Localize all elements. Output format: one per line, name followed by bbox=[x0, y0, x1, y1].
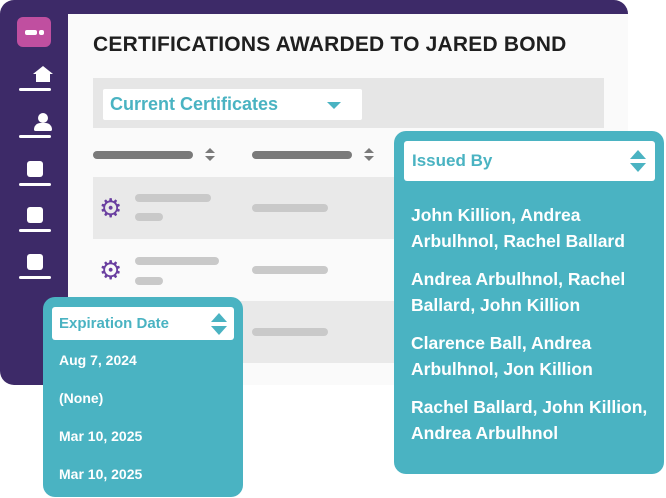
app-logo[interactable] bbox=[17, 17, 51, 47]
sidebar-item-certificates[interactable] bbox=[19, 207, 51, 237]
chevron-down-icon bbox=[327, 102, 341, 109]
document-icon bbox=[27, 207, 43, 223]
filter-bar: Current Certificates bbox=[93, 78, 604, 128]
sidebar-item-underline bbox=[19, 183, 51, 186]
issued-by-header-label: Issued By bbox=[412, 151, 493, 170]
sidebar-item-documents[interactable] bbox=[19, 161, 51, 191]
issued-by-column-popup: Issued By John Killion, Andrea Arbulhnol… bbox=[394, 131, 664, 474]
placeholder-text bbox=[252, 328, 328, 336]
sidebar-item-profile[interactable] bbox=[19, 113, 52, 143]
gear-icon[interactable]: ⚙ bbox=[99, 257, 122, 283]
issued-by-item: John Killion, Andrea Arbulhnol, Rachel B… bbox=[411, 205, 625, 251]
placeholder-text bbox=[135, 277, 163, 285]
expiration-date-item: Mar 10, 2025 bbox=[59, 466, 143, 482]
column-header-name[interactable] bbox=[93, 151, 193, 159]
document-icon bbox=[27, 161, 43, 177]
issued-by-item: Rachel Ballard, John Killion, Andrea Arb… bbox=[411, 397, 648, 443]
gear-icon[interactable]: ⚙ bbox=[99, 195, 122, 221]
placeholder-text bbox=[252, 204, 328, 212]
issued-by-item: Andrea Arbulhnol, Rachel Ballard, John K… bbox=[411, 269, 626, 315]
expiration-date-item: (None) bbox=[59, 390, 104, 406]
placeholder-text bbox=[252, 266, 328, 274]
dropdown-selected-value: Current Certificates bbox=[110, 94, 279, 114]
user-icon bbox=[27, 113, 52, 131]
sort-icon[interactable] bbox=[364, 148, 374, 162]
sidebar-item-home[interactable] bbox=[19, 66, 53, 96]
placeholder-text bbox=[135, 257, 219, 265]
expiration-date-header-label: Expiration Date bbox=[59, 315, 170, 332]
page-title: CERTIFICATIONS AWARDED TO JARED BOND bbox=[93, 33, 567, 56]
sort-icon[interactable] bbox=[630, 150, 646, 172]
expiration-date-header[interactable]: Expiration Date bbox=[52, 307, 234, 340]
expiration-date-item: Aug 7, 2024 bbox=[59, 352, 137, 368]
expiration-date-column-popup: Expiration Date Aug 7, 2024 (None) Mar 1… bbox=[43, 297, 243, 497]
issued-by-item: Clarence Ball, Andrea Arbulhnol, Jon Kil… bbox=[411, 333, 593, 379]
placeholder-text bbox=[135, 194, 211, 202]
sidebar-item-underline bbox=[19, 276, 51, 279]
sidebar-item-underline bbox=[19, 135, 51, 138]
sidebar-item-underline bbox=[19, 88, 51, 91]
column-header-date[interactable] bbox=[252, 151, 352, 159]
sidebar-item-reports[interactable] bbox=[19, 254, 51, 284]
document-icon bbox=[27, 254, 43, 270]
certificate-filter-dropdown[interactable]: Current Certificates bbox=[103, 89, 362, 120]
expiration-date-item: Mar 10, 2025 bbox=[59, 428, 143, 444]
sort-icon[interactable] bbox=[211, 313, 227, 335]
sort-icon[interactable] bbox=[205, 148, 215, 162]
sidebar-item-underline bbox=[19, 229, 51, 232]
home-icon bbox=[27, 66, 53, 82]
issued-by-header[interactable]: Issued By bbox=[404, 141, 655, 181]
placeholder-text bbox=[135, 213, 163, 221]
